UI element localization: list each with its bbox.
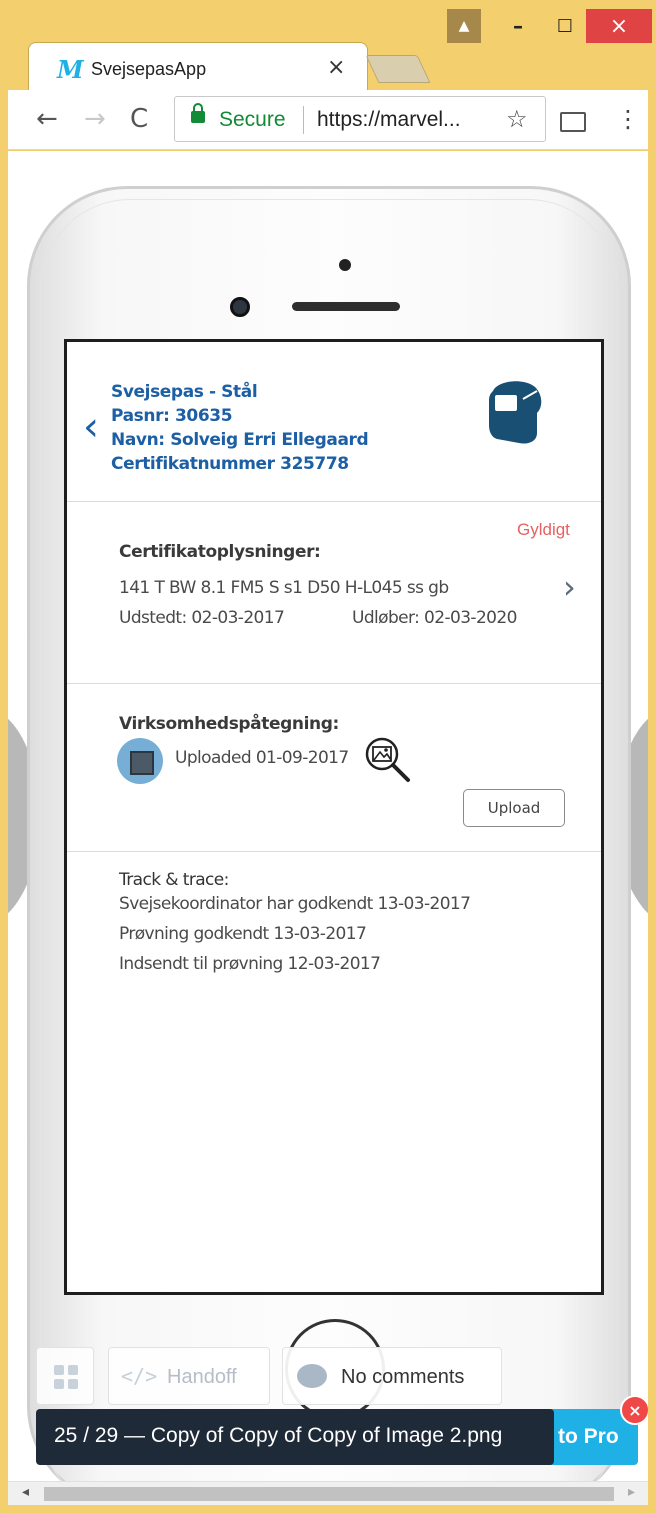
tab-title: SvejsepasApp <box>91 59 207 79</box>
back-icon[interactable]: ← <box>36 102 58 136</box>
pass-type: Svejsepas - Stål <box>111 382 258 402</box>
endorsement-section: Virksomhedspåtegning: Uploaded 01-09-201… <box>67 684 601 852</box>
image-zoom-icon[interactable] <box>364 736 414 786</box>
certificate-section[interactable]: Gyldigt Certifikatoplysninger: 141 T BW … <box>67 502 601 684</box>
comments-label: No comments <box>341 1366 465 1388</box>
minimize-button[interactable]: – <box>498 9 538 43</box>
code-icon: </> <box>121 1364 158 1388</box>
status-badge: Gyldigt <box>517 520 570 539</box>
bookmark-star-icon[interactable]: ☆ <box>506 102 528 136</box>
scroll-right-icon[interactable]: ▸ <box>628 1484 635 1500</box>
browser-toolbar: ← → C Secure https://marvel... ☆ ⋮ <box>8 90 648 150</box>
cast-icon[interactable] <box>560 112 586 132</box>
certificate-spec: 141 T BW 8.1 FM5 S s1 D50 H-L045 ss gb <box>119 578 449 598</box>
forward-icon[interactable]: → <box>84 102 106 136</box>
handoff-button[interactable]: </> Handoff <box>108 1347 270 1405</box>
grid-icon <box>68 1379 78 1389</box>
track-entry: Prøvning godkendt 13-03-2017 <box>119 924 367 944</box>
certificate-title: Certifikatoplysninger: <box>119 542 321 562</box>
tab-close-icon[interactable]: × <box>327 55 345 80</box>
file-name-tooltip: 25 / 29 — Copy of Copy of Copy of Image … <box>36 1409 554 1465</box>
certificate-number: Certifikatnummer 325778 <box>111 454 349 474</box>
user-profile-icon[interactable]: ▲ <box>447 9 481 43</box>
uploaded-date: Uploaded 01-09-2017 <box>175 748 349 768</box>
grid-icon <box>68 1365 78 1375</box>
comments-button[interactable]: No comments <box>282 1347 502 1405</box>
expiry-date: Udløber: 02-03-2020 <box>352 608 517 628</box>
reload-icon[interactable]: C <box>130 102 148 136</box>
grid-view-button[interactable] <box>36 1347 94 1405</box>
app-screen: ‹ Svejsepas - Stål Pasnr: 30635 Navn: So… <box>64 339 604 1295</box>
lock-icon <box>191 103 205 123</box>
scroll-left-icon[interactable]: ◂ <box>22 1484 29 1500</box>
welding-helmet-icon <box>489 381 542 444</box>
chevron-right-icon[interactable]: › <box>563 568 576 606</box>
endorsement-title: Virksomhedspåtegning: <box>119 714 339 734</box>
pass-header: ‹ Svejsepas - Stål Pasnr: 30635 Navn: So… <box>67 342 601 502</box>
address-divider <box>303 106 304 134</box>
browser-tab[interactable]: M SvejsepasApp × <box>28 42 368 92</box>
scrollbar-thumb[interactable] <box>44 1487 614 1501</box>
grid-icon <box>54 1365 64 1375</box>
grid-icon <box>54 1379 64 1389</box>
phone-earpiece <box>292 302 400 311</box>
close-window-button[interactable]: × <box>586 9 652 43</box>
handoff-label: Handoff <box>167 1366 237 1388</box>
phone-sensor <box>339 259 351 271</box>
page-viewport: ‹ Svejsepas - Stål Pasnr: 30635 Navn: So… <box>8 151 648 1481</box>
address-bar[interactable]: Secure https://marvel... <box>174 96 546 142</box>
track-title: Track & trace: <box>119 870 229 890</box>
back-chevron-icon[interactable]: ‹ <box>83 404 99 450</box>
upload-button[interactable]: Upload <box>463 789 565 827</box>
secure-label: Secure <box>219 108 286 131</box>
track-entry: Indsendt til prøvning 12-03-2017 <box>119 954 381 974</box>
track-trace-section: Track & trace: Svejsekoordinator har god… <box>67 852 601 1052</box>
dismiss-close-icon[interactable]: × <box>620 1395 648 1425</box>
marvel-logo-icon: M <box>57 55 84 84</box>
horizontal-scrollbar[interactable]: ◂ ▸ <box>8 1481 648 1505</box>
comment-bubble-icon <box>297 1364 327 1388</box>
new-tab-button[interactable] <box>365 55 431 83</box>
file-name-label: 25 / 29 — Copy of Copy of Copy of Image … <box>54 1424 503 1447</box>
window-titlebar: ▲ – ☐ × M SvejsepasApp × <box>0 0 656 92</box>
browser-menu-icon[interactable]: ⋮ <box>616 102 640 136</box>
track-entry: Svejsekoordinator har godkendt 13-03-201… <box>119 894 471 914</box>
document-icon[interactable] <box>117 738 163 784</box>
pass-number: Pasnr: 30635 <box>111 406 233 426</box>
issued-date: Udstedt: 02-03-2017 <box>119 608 285 628</box>
upgrade-pro-label: to Pro <box>558 1425 619 1448</box>
phone-camera-icon <box>230 297 250 317</box>
url-text[interactable]: https://marvel... <box>317 108 461 132</box>
maximize-button[interactable]: ☐ <box>545 9 585 43</box>
holder-name: Navn: Solveig Erri Ellegaard <box>111 430 369 450</box>
